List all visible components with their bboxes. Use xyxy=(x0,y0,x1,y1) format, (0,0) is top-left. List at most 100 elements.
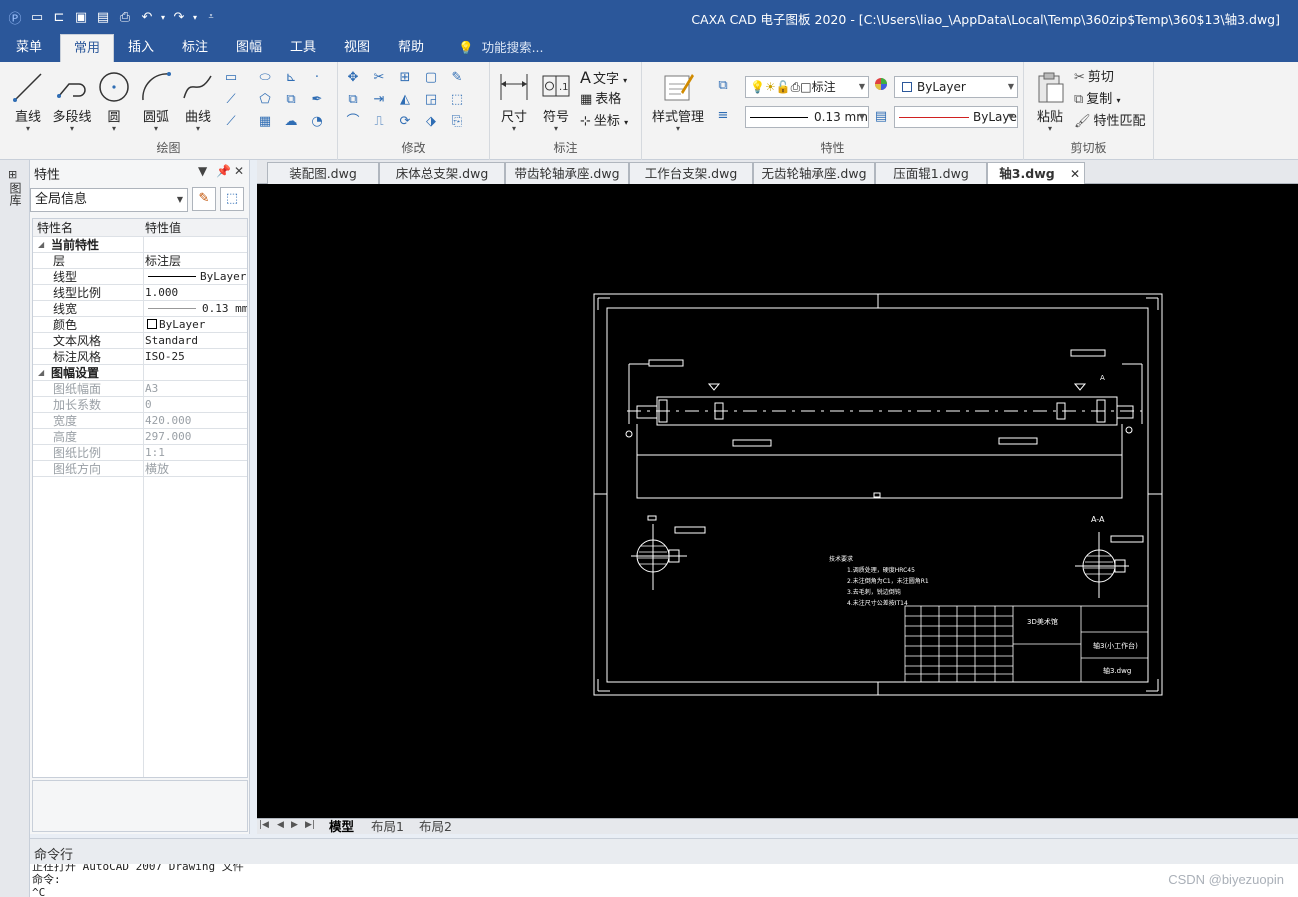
mirror-icon[interactable]: ◭ xyxy=(394,90,416,110)
layer-manager-icon[interactable]: ⧉ xyxy=(712,76,734,96)
pen-icon[interactable]: ✒ xyxy=(306,90,328,110)
doc-tab[interactable]: 带齿轮轴承座.dwg xyxy=(505,162,629,184)
trim-icon[interactable]: ✂ xyxy=(368,68,390,88)
linetype-icon[interactable]: ▤ xyxy=(870,107,892,127)
menu-main[interactable]: 菜单 xyxy=(6,34,52,62)
fillet-icon[interactable]: ⌒ xyxy=(342,112,364,132)
pin-icon[interactable]: 📌 xyxy=(216,164,231,178)
lineweight-combo[interactable]: 0.13 mm ▼ xyxy=(745,106,869,128)
chamfer-icon[interactable]: ⊾ xyxy=(280,68,302,88)
redo-icon[interactable]: ↷ xyxy=(168,10,190,25)
next-tab-icon[interactable]: ▶ xyxy=(291,820,298,830)
table-button[interactable]: ▦ 表格 xyxy=(580,90,621,110)
doc-tab[interactable]: 压面辊1.dwg xyxy=(875,162,987,184)
new-file-icon[interactable]: ▭ xyxy=(26,10,48,25)
select-objects-button[interactable]: ⬚ xyxy=(220,187,244,211)
offset-icon[interactable]: ▢ xyxy=(420,68,442,88)
block-icon[interactable]: ⧉ xyxy=(280,90,302,110)
save-all-icon[interactable]: ▤ xyxy=(92,10,114,25)
symbol-button[interactable]: .1 符号 ▾ xyxy=(534,68,578,134)
save-icon[interactable]: ▣ xyxy=(70,10,92,25)
command-output[interactable]: 正在打开 AutoCAD 2007 Drawing 文件 命令: ^C xyxy=(30,864,1298,897)
tab-sheet[interactable]: 图幅 xyxy=(226,34,272,62)
panel-menu-icon[interactable]: ▼ xyxy=(198,164,207,178)
open-file-icon[interactable]: ⊏ xyxy=(48,10,70,25)
fill-icon[interactable]: ◔ xyxy=(306,112,328,132)
copy-button[interactable]: ⧉ 复制 ▾ xyxy=(1074,90,1120,110)
feature-search[interactable]: 💡 功能搜索... xyxy=(458,34,544,62)
prev-tab-icon[interactable]: ◀ xyxy=(277,820,284,830)
extend-icon[interactable]: ⇥ xyxy=(368,90,390,110)
rectangle-icon[interactable]: ▭ xyxy=(220,68,242,88)
property-row[interactable]: 层标注层 xyxy=(33,253,247,269)
doc-tab-active[interactable]: 轴3.dwg ✕ xyxy=(987,162,1085,184)
paste-button[interactable]: 粘贴 ▾ xyxy=(1028,68,1072,134)
tab-view[interactable]: 视图 xyxy=(334,34,380,62)
app-logo-icon[interactable]: Ⓟ xyxy=(4,8,26,27)
scale-icon[interactable]: ◲ xyxy=(420,90,442,110)
stretch-icon[interactable]: ⬚ xyxy=(446,90,468,110)
curve-button[interactable]: 曲线 ▾ xyxy=(176,68,220,134)
rotate-icon[interactable]: ⟳ xyxy=(394,112,416,132)
undo-icon[interactable]: ↶ xyxy=(136,10,158,25)
lineweight-list-icon[interactable]: ≡ xyxy=(712,106,734,126)
last-tab-icon[interactable]: ▶| xyxy=(305,820,315,830)
hatch-line-icon[interactable]: ⟋ xyxy=(220,90,242,110)
point-icon[interactable]: · xyxy=(306,68,328,88)
tab-tools[interactable]: 工具 xyxy=(280,34,326,62)
circle-button[interactable]: 圆 ▾ xyxy=(92,68,136,134)
tab-help[interactable]: 帮助 xyxy=(388,34,434,62)
library-tab[interactable]: ⊞ 图库 xyxy=(8,168,24,209)
text-button[interactable]: A 文字 ▾ xyxy=(580,68,627,88)
property-row[interactable]: 线型比例 1.000 xyxy=(33,285,247,301)
tab-home[interactable]: 常用 xyxy=(60,34,114,62)
dimension-button[interactable]: 尺寸 ▾ xyxy=(492,68,536,134)
property-row[interactable]: 文本风格 Standard xyxy=(33,333,247,349)
style-manager-button[interactable]: 样式管理 ▾ xyxy=(648,68,708,134)
group-sheet-settings[interactable]: ◢ 图幅设置 xyxy=(33,365,247,381)
selection-dropdown[interactable]: 全局信息 ▼ xyxy=(30,188,188,212)
break-icon[interactable]: ⎍ xyxy=(368,112,390,132)
color-combo[interactable]: ByLayer ▼ xyxy=(894,76,1018,98)
cut-button[interactable]: ✂ 剪切 xyxy=(1074,68,1114,88)
move-icon[interactable]: ✥ xyxy=(342,68,364,88)
array-icon[interactable]: ⊞ xyxy=(394,68,416,88)
doc-tab[interactable]: 床体总支架.dwg xyxy=(379,162,505,184)
copy-entity-icon[interactable]: ⧉ xyxy=(342,90,364,110)
first-tab-icon[interactable]: |◀ xyxy=(259,820,269,830)
tab-model[interactable]: 模型 xyxy=(329,819,354,834)
hatch-icon[interactable]: ▦ xyxy=(254,112,276,132)
quick-select-button[interactable]: ✎ xyxy=(192,187,216,211)
ellipse-icon[interactable]: ⬭ xyxy=(254,68,276,88)
arc-button[interactable]: 圆弧 ▾ xyxy=(134,68,178,134)
construction-line-icon[interactable]: ⟋ xyxy=(220,112,242,132)
doc-tab[interactable]: 工作台支架.dwg xyxy=(629,162,753,184)
group-current-properties[interactable]: ◢ 当前特性 xyxy=(33,237,247,253)
match-properties-button[interactable]: 🖌 特性匹配 xyxy=(1074,112,1146,132)
line-button[interactable]: 直线 ▾ xyxy=(6,68,50,134)
cloud-icon[interactable]: ☁ xyxy=(280,112,302,132)
undo-dropdown-icon[interactable]: ▾ xyxy=(158,13,168,22)
redo-dropdown-icon[interactable]: ▾ xyxy=(190,13,200,22)
property-row[interactable]: 颜色 ByLayer xyxy=(33,317,247,333)
eraser-icon[interactable]: ✎ xyxy=(446,68,468,88)
tab-insert[interactable]: 插入 xyxy=(118,34,164,62)
polyline-button[interactable]: 多段线 ▾ xyxy=(50,68,94,134)
explode-icon[interactable]: ⬗ xyxy=(420,112,442,132)
close-tab-icon[interactable]: ✕ xyxy=(1070,163,1080,185)
edit-icon[interactable]: ⎘ xyxy=(446,112,468,132)
doc-tab[interactable]: 无齿轮轴承座.dwg xyxy=(753,162,875,184)
tab-layout1[interactable]: 布局1 xyxy=(371,819,404,834)
drawing-canvas[interactable]: A-A A 技术要求 1.调质处理，硬度HRC45 2.未注倒角为C1，未注圆角… xyxy=(257,184,1298,818)
polygon-icon[interactable]: ⬠ xyxy=(254,90,276,110)
coordinate-button[interactable]: ⊹ 坐标 ▾ xyxy=(580,112,628,132)
customize-icon[interactable]: ⩡ xyxy=(200,12,222,22)
print-icon[interactable]: ⎙ xyxy=(114,10,136,25)
color-wheel-icon[interactable] xyxy=(870,77,892,97)
doc-tab[interactable]: 装配图.dwg xyxy=(267,162,379,184)
property-row[interactable]: 线宽 0.13 mm xyxy=(33,301,247,317)
property-row[interactable]: 标注风格 ISO-25 xyxy=(33,349,247,365)
close-icon[interactable]: ✕ xyxy=(234,164,244,178)
layer-combo[interactable]: 💡☀🔓⎙□标注 ▼ xyxy=(745,76,869,98)
tab-annotate[interactable]: 标注 xyxy=(172,34,218,62)
